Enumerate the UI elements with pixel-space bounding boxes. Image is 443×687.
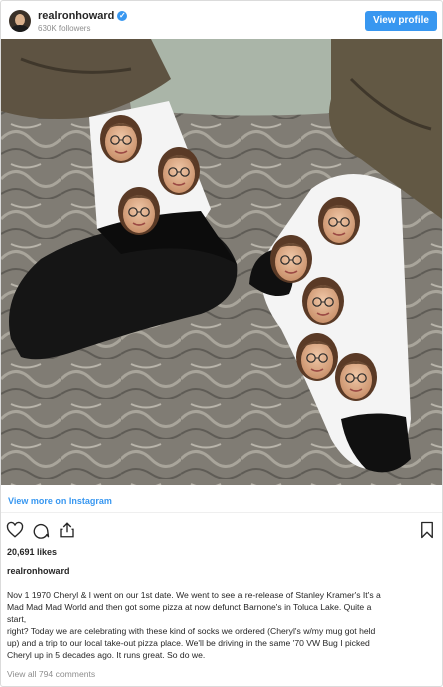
post-caption: Nov 1 1970 Cheryl & I went on our 1st da…	[7, 589, 437, 661]
avatar[interactable]	[9, 10, 31, 32]
caption-line: start,	[7, 614, 27, 624]
post-header: realronhoward ✓ 630K followers View prof…	[1, 1, 442, 39]
followers-count: 630K followers	[38, 24, 91, 33]
caption-line: Mad Mad Mad World and then got some pizz…	[7, 602, 372, 612]
caption-line: right? Today we are celebrating with the…	[7, 626, 376, 636]
view-more-on-instagram-link[interactable]: View more on Instagram	[8, 496, 112, 506]
heart-icon[interactable]	[6, 521, 24, 539]
caption-line: Nov 1 1970 Cheryl & I went on our 1st da…	[7, 590, 381, 600]
verified-badge-icon: ✓	[117, 11, 128, 21]
likes-count[interactable]: 20,691 likes	[7, 547, 57, 557]
action-bar	[6, 521, 76, 539]
caption-line: up) and a trip to our local take-out piz…	[7, 638, 370, 648]
view-all-comments-link[interactable]: View all 794 comments	[7, 669, 95, 679]
caption-username[interactable]: realronhoward	[7, 566, 70, 576]
comment-icon[interactable]	[32, 521, 50, 539]
caption-line: Cheryl up in 5 decades ago. It runs grea…	[7, 650, 206, 660]
instagram-embed-card: realronhoward ✓ 630K followers View prof…	[0, 0, 443, 687]
post-photo[interactable]	[1, 39, 442, 485]
username[interactable]: realronhoward	[38, 10, 114, 22]
bookmark-icon[interactable]	[419, 521, 435, 539]
share-icon[interactable]	[58, 521, 76, 539]
avatar-shirt	[11, 25, 29, 32]
divider	[1, 512, 442, 513]
username-row: realronhoward ✓	[38, 9, 128, 23]
view-profile-button[interactable]: View profile	[365, 11, 437, 31]
